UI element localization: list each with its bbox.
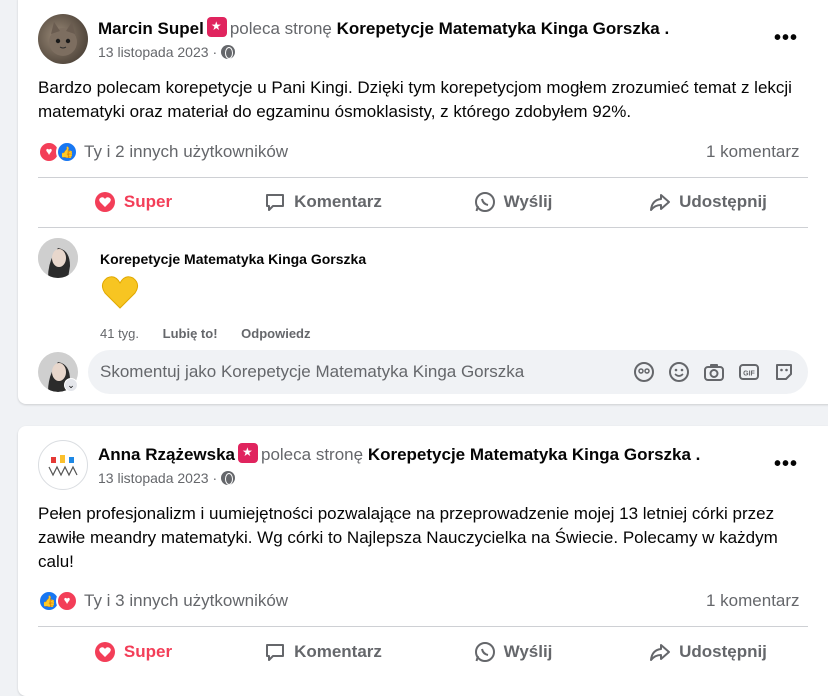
like-reaction-icon: 👍 — [56, 141, 78, 163]
page-name-link[interactable]: Korepetycje Matematyka Kinga Gorszka — [337, 19, 660, 38]
comment-button[interactable]: Komentarz — [228, 182, 418, 222]
comment-time[interactable]: 41 tyg. — [100, 326, 139, 341]
emoji-icon[interactable] — [668, 361, 690, 383]
comment-icon — [266, 194, 285, 211]
author-avatar[interactable] — [38, 14, 88, 64]
comment-reply-button[interactable]: Odpowiedz — [241, 326, 310, 341]
recommend-badge-icon — [238, 443, 258, 463]
share-label: Udostępnij — [679, 192, 767, 211]
divider — [38, 227, 808, 228]
person-photo-icon — [38, 238, 78, 278]
avatar-sticker-icon[interactable] — [633, 361, 655, 383]
author-name[interactable]: Anna Rzążewska — [98, 445, 235, 464]
super-label: Super — [123, 642, 173, 661]
more-options-button[interactable]: ••• — [768, 446, 804, 482]
divider — [38, 626, 808, 627]
comment-like-button[interactable]: Lubię to! — [163, 326, 218, 341]
super-react-button[interactable]: Super — [38, 182, 228, 222]
globe-icon — [221, 45, 236, 59]
heart-icon — [94, 642, 115, 662]
recommends-text: poleca stronę — [261, 445, 364, 464]
cat-photo-icon — [49, 22, 77, 56]
camera-icon[interactable] — [703, 361, 725, 383]
reactions-text: Ty i 3 innych użytkowników — [84, 591, 289, 610]
comment-icon — [266, 644, 285, 661]
composer-placeholder[interactable]: Skomentuj jako Korepetycje Matematyka Ki… — [100, 362, 524, 382]
globe-icon — [221, 471, 236, 485]
send-label: Wyślij — [503, 192, 553, 211]
date-separator: · — [212, 470, 218, 486]
more-options-button[interactable]: ••• — [768, 20, 804, 56]
header-dot: . — [695, 445, 701, 464]
comments-count[interactable]: 1 komentarz — [706, 142, 800, 162]
svg-text:GIF: GIF — [743, 371, 755, 378]
heart-icon — [94, 192, 115, 212]
chevron-down-icon[interactable]: ⌄ — [64, 378, 78, 392]
post-header: Marcin Supel poleca stronę Korepetycje Ma… — [98, 17, 669, 39]
share-button[interactable]: Udostępnij — [608, 182, 808, 222]
divider — [38, 177, 808, 178]
reactions-text: Ty i 2 innych użytkowników — [84, 142, 289, 161]
comments-count[interactable]: 1 komentarz — [706, 591, 800, 611]
comment-meta: 41 tyg. Lubię to! Odpowiedz — [100, 326, 311, 341]
share-arrow-icon — [650, 194, 671, 211]
post-text: Bardzo polecam korepetycje u Pani Kingi.… — [38, 78, 792, 121]
comment-composer[interactable]: Skomentuj jako Korepetycje Matematyka Ki… — [88, 350, 808, 394]
composer-avatar[interactable]: ⌄ — [38, 352, 78, 392]
author-avatar[interactable] — [38, 440, 88, 490]
post-card: Anna Rzążewska poleca stronę Korepetycje … — [18, 426, 828, 696]
super-react-button[interactable]: Super — [38, 632, 228, 672]
post-date[interactable]: 13 listopada 2023 — [98, 470, 209, 486]
comment-button[interactable]: Komentarz — [228, 632, 418, 672]
post-text: Pełen profesjonalizm i uumiejętności poz… — [38, 504, 778, 571]
comment-author[interactable]: Korepetycje Matematyka Kinga Gorszka — [100, 251, 366, 267]
send-button[interactable]: Wyślij — [418, 632, 608, 672]
sticker-icon[interactable] — [773, 361, 795, 383]
recommends-text: poleca stronę — [229, 19, 332, 38]
post-date-row: 13 listopada 2023 · — [98, 44, 236, 60]
love-reaction-icon: ♥ — [56, 590, 78, 612]
reactions-summary[interactable]: ♥ 👍 Ty i 2 innych użytkowników — [38, 140, 288, 164]
share-arrow-icon — [650, 644, 671, 661]
super-label: Super — [123, 192, 173, 211]
whatsapp-icon — [474, 192, 495, 212]
date-separator: · — [212, 44, 218, 60]
page-name-link[interactable]: Korepetycje Matematyka Kinga Gorszka — [368, 445, 691, 464]
share-label: Udostępnij — [679, 642, 767, 661]
send-label: Wyślij — [503, 642, 553, 661]
post-date[interactable]: 13 listopada 2023 — [98, 44, 209, 60]
post-date-row: 13 listopada 2023 · — [98, 470, 236, 486]
recommend-badge-icon — [206, 17, 227, 37]
send-button[interactable]: Wyślij — [418, 182, 608, 222]
share-button[interactable]: Udostępnij — [608, 632, 808, 672]
reactions-summary[interactable]: 👍 ♥ Ty i 3 innych użytkowników — [38, 589, 288, 613]
header-dot: . — [664, 19, 670, 38]
post-header: Anna Rzążewska poleca stronę Korepetycje … — [98, 443, 700, 465]
commenter-avatar[interactable] — [38, 238, 78, 278]
author-name[interactable]: Marcin Supel — [98, 19, 204, 38]
gif-icon[interactable]: GIF — [738, 361, 760, 383]
logo-icon — [48, 455, 78, 477]
yellow-heart-icon — [101, 276, 139, 309]
comment-label: Komentarz — [294, 642, 382, 661]
post-card: Marcin Supel poleca stronę Korepetycje Ma… — [18, 0, 828, 404]
whatsapp-icon — [474, 642, 495, 662]
comment-label: Komentarz — [294, 192, 382, 211]
